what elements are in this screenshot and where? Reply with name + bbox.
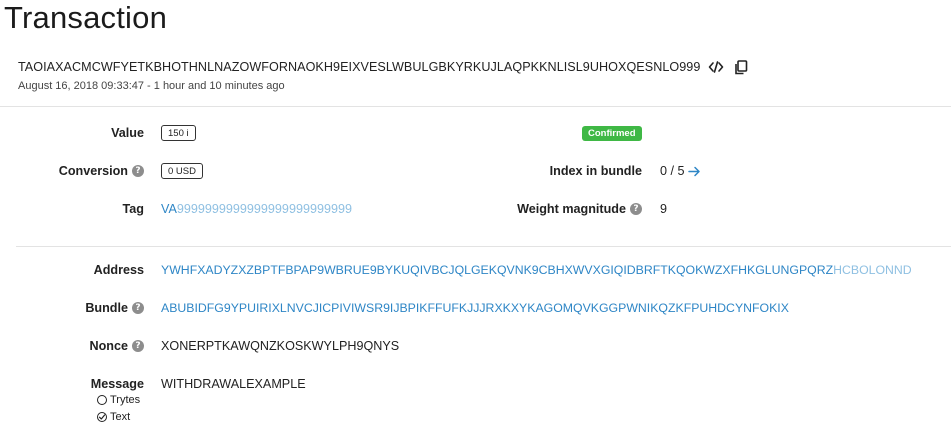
bundle-label: Bundle ? xyxy=(20,299,144,317)
copy-icon[interactable] xyxy=(732,58,750,76)
value-badge: 150 i xyxy=(161,125,196,141)
weight-value: 9 xyxy=(660,202,668,216)
value-label-text: Value xyxy=(111,126,144,140)
bundle-value[interactable]: ABUBIDFG9YPUIRIXLNVCJICPIVIWSR9IJBPIKFFU… xyxy=(161,299,789,317)
message-label-text: Message xyxy=(90,377,144,391)
conversion-badge[interactable]: 0 USD xyxy=(161,163,203,179)
question-circle-icon[interactable]: ? xyxy=(132,340,144,352)
divider xyxy=(0,106,951,107)
conversion-label-text: Conversion xyxy=(58,164,128,178)
bundle-label-text: Bundle xyxy=(85,301,128,315)
question-circle-icon[interactable]: ? xyxy=(132,302,144,314)
value-label: Value xyxy=(40,124,144,142)
transaction-hash-row: TAOIAXACMCWFYETKBHOTHNLNAZOWFORNAOKH9EIX… xyxy=(18,58,750,76)
weight-label-text: Weight magnitude xyxy=(517,202,626,216)
nonce-label: Nonce ? xyxy=(20,337,144,355)
index-value: 0 / 5 xyxy=(660,162,701,180)
message-format-text[interactable]: Text xyxy=(97,410,130,424)
weight-label: Weight magnitude ? xyxy=(480,200,642,218)
arrow-right-icon[interactable] xyxy=(687,166,701,177)
message-value: WITHDRAWALEXAMPLE xyxy=(161,377,306,391)
question-circle-icon[interactable]: ? xyxy=(630,203,642,215)
code-icon[interactable] xyxy=(707,58,725,76)
message-format-trytes[interactable]: Trytes xyxy=(97,393,140,407)
address-label: Address xyxy=(40,261,144,279)
index-label: Index in bundle xyxy=(480,162,642,180)
tag-label-text: Tag xyxy=(122,202,144,216)
tag-suffix[interactable]: 9999999999999999999999999 xyxy=(177,202,352,216)
transaction-hash[interactable]: TAOIAXACMCWFYETKBHOTHNLNAZOWFORNAOKH9EIX… xyxy=(18,60,700,74)
divider xyxy=(16,246,951,247)
radio-unchecked-icon[interactable] xyxy=(97,395,107,405)
transaction-timestamp: August 16, 2018 09:33:47 - 1 hour and 10… xyxy=(18,80,285,92)
status-badge: Confirmed xyxy=(582,126,642,141)
address-checksum[interactable]: HCBOLONND xyxy=(833,263,912,277)
bundle-hash[interactable]: ABUBIDFG9YPUIRIXLNVCJICPIVIWSR9IJBPIKFFU… xyxy=(161,301,789,315)
tag-prefix[interactable]: VA xyxy=(161,202,177,216)
nonce-label-text: Nonce xyxy=(89,339,129,353)
page-title: Transaction xyxy=(4,0,168,35)
address-value[interactable]: YWHFXADYZXZBPTFBPAP9WBRUE9BYKUQIVBCJQLGE… xyxy=(161,261,912,279)
address-main[interactable]: YWHFXADYZXZBPTFBPAP9WBRUE9BYKUQIVBCJQLGE… xyxy=(161,263,833,277)
question-circle-icon[interactable]: ? xyxy=(132,165,144,177)
tag-label: Tag xyxy=(40,200,144,218)
index-label-text: Index in bundle xyxy=(549,164,642,178)
index-value-text: 0 / 5 xyxy=(660,164,685,178)
tag-value[interactable]: VA 9999999999999999999999999 xyxy=(161,200,352,218)
address-label-text: Address xyxy=(93,263,144,277)
nonce-value: XONERPTKAWQNZKOSKWYLPH9QNYS xyxy=(161,339,400,353)
trytes-option-label[interactable]: Trytes xyxy=(110,394,140,406)
text-option-label[interactable]: Text xyxy=(110,411,130,423)
radio-checked-icon[interactable] xyxy=(97,412,107,422)
conversion-label: Conversion ? xyxy=(20,162,144,180)
message-label: Message xyxy=(40,375,144,393)
